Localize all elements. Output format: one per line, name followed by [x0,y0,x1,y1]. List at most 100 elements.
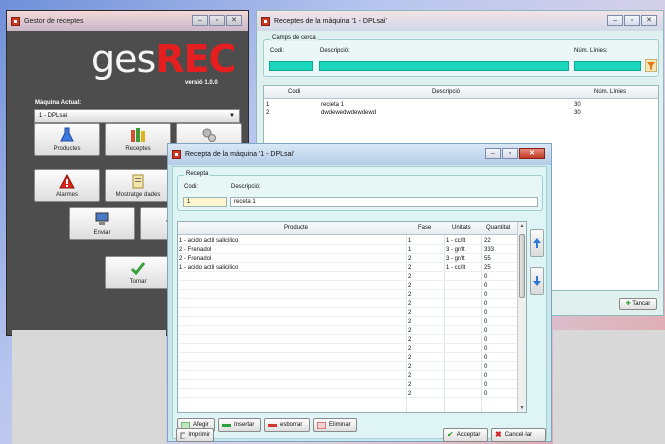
table-row[interactable]: 20 [178,354,526,362]
header-quantitat[interactable]: Quantitat [486,225,510,231]
cell-fase: 2 [408,328,412,334]
minimize-button[interactable]: – [607,15,623,26]
cell-quantitat: 0 [484,382,488,388]
header-unitats[interactable]: Unitats [452,225,471,231]
minimize-button[interactable]: – [192,15,208,26]
dialog-body: Recepta Codi: Descripció: 1 receta 1 Pro… [172,166,547,439]
check-icon: ✔ [447,430,454,439]
descripcio-search-input[interactable] [319,61,569,71]
esborrar-button[interactable]: esborrar [264,418,310,432]
arrow-down-icon [533,276,541,286]
descripcio-field[interactable]: receta 1 [230,197,538,207]
cell-quantitat: 0 [484,292,488,298]
add-icon: ✚ [625,301,631,307]
recepta-titlebar[interactable]: Recepta de la màquina '1 - DPLsai' – ▫ ✕ [168,144,551,165]
cell-fase: 2 [408,265,412,271]
codi-label: Codi: [270,48,285,54]
receptes-button[interactable]: Receptes [105,123,171,156]
close-button[interactable]: ✕ [226,15,242,26]
imprimir-button[interactable]: Imprimir [176,428,214,442]
minimize-button[interactable]: – [485,148,501,159]
cell-quantitat: 0 [484,364,488,370]
filter-icon[interactable] [645,59,657,72]
acceptar-button[interactable]: ✔ Acceptar [443,428,488,442]
table-row[interactable]: 20 [178,336,526,344]
header-fase[interactable]: Fase [418,225,431,231]
background-panel-right [553,330,665,444]
gestor-titlebar[interactable]: Gestor de receptes – ▫ ✕ [7,11,248,31]
table-row[interactable]: 1 recieta 1 30 [264,101,658,109]
cell-quantitat: 0 [484,391,488,397]
cell-fase: 2 [408,382,412,388]
maximize-button[interactable]: ▫ [624,15,640,26]
recepta-group: Recepta Codi: Descripció: 1 receta 1 [177,171,543,211]
table-row[interactable]: 2 dwdewedwdewdewd 30 [264,109,658,117]
table-row[interactable]: 20 [178,390,526,398]
productes-button[interactable]: Productes [34,123,100,156]
clipboard-icon [132,174,144,189]
table-row[interactable]: 20 [178,327,526,335]
cell-descripcio: recieta 1 [321,102,345,108]
enviar-button[interactable]: Enviar [69,207,135,240]
header-num-linies[interactable]: Núm. Línies [594,89,626,95]
maximize-button[interactable]: ▫ [209,15,225,26]
table-row[interactable]: 1 - acido actil salicilico 2 1 - cc/lt 25 [178,264,526,272]
header-descripcio[interactable]: Descripció [432,89,460,95]
cell-quantitat: 0 [484,346,488,352]
table-row[interactable]: 20 [178,300,526,308]
move-down-button[interactable] [530,267,544,295]
maximize-button[interactable]: ▫ [502,148,518,159]
table-row[interactable]: 20 [178,363,526,371]
table-row[interactable]: 20 [178,318,526,326]
tornar-button[interactable]: Tornar [105,256,171,289]
cell-fase: 1 [408,238,412,244]
table-scrollbar[interactable]: ▲ ▼ [517,222,526,412]
table-row[interactable]: 2 - Frenadol 1 3 - gr/lt 333 [178,246,526,254]
descripcio-label: Descripció: [320,48,350,54]
table-row[interactable]: 20 [178,381,526,389]
table-row[interactable]: 20 [178,273,526,281]
app-icon [172,150,181,159]
table-row[interactable]: 20 [178,345,526,353]
header-producte[interactable]: Producte [284,225,308,231]
close-button[interactable]: ✕ [641,15,657,26]
codi-field[interactable]: 1 [183,197,227,207]
mostratge-dades-button[interactable]: Mostratge dades [105,169,171,202]
codi-search-input[interactable] [269,61,313,71]
cell-quantitat: 0 [484,319,488,325]
chevron-down-icon: ▼ [229,113,235,119]
table-row[interactable]: 20 [178,309,526,317]
num-linies-search-input[interactable] [574,61,641,71]
table-row[interactable]: 20 [178,282,526,290]
print-icon [180,432,186,439]
tancar-button[interactable]: ✚ Tancar [619,298,657,310]
alarmes-button[interactable]: Alarmes [34,169,100,202]
cell-fase: 2 [408,310,412,316]
cell-unitats: 1 - cc/lt [446,265,466,271]
table-row[interactable]: 20 [178,291,526,299]
eliminar-button[interactable]: Eliminar [313,418,357,432]
insertar-button[interactable]: Insertar [218,418,261,432]
scroll-down-icon[interactable]: ▼ [518,405,526,411]
scroll-up-icon[interactable]: ▲ [518,223,526,229]
cell-fase: 2 [408,391,412,397]
cell-fase: 2 [408,301,412,307]
flask-icon [60,127,74,142]
header-codi[interactable]: Codi [288,89,300,95]
close-button[interactable]: ✕ [519,148,545,159]
cell-quantitat: 0 [484,283,488,289]
esborrar-label: esborrar [280,422,303,428]
scroll-thumb[interactable] [519,234,525,298]
table-row[interactable]: 20 [178,372,526,380]
table-row[interactable]: 2 - Frenadol 2 3 - gr/lt 55 [178,255,526,263]
cell-fase: 2 [408,292,412,298]
cell-quantitat: 0 [484,301,488,307]
cancel-icon: ✖ [495,430,502,439]
cell-fase: 2 [408,319,412,325]
cancellar-button[interactable]: ✖ Cancel·lar [491,428,546,442]
move-up-button[interactable] [530,229,544,257]
machine-select[interactable]: 1 - DPLsai ▼ [34,109,240,123]
receptes-titlebar[interactable]: Receptes de la màquina '1 - DPLsai' – ▫ … [257,11,663,31]
table-row[interactable]: 1 - acido actil salicilico 1 1 - cc/lt 22 [178,237,526,245]
cell-producte: 1 - acido actil salicilico [179,238,239,244]
